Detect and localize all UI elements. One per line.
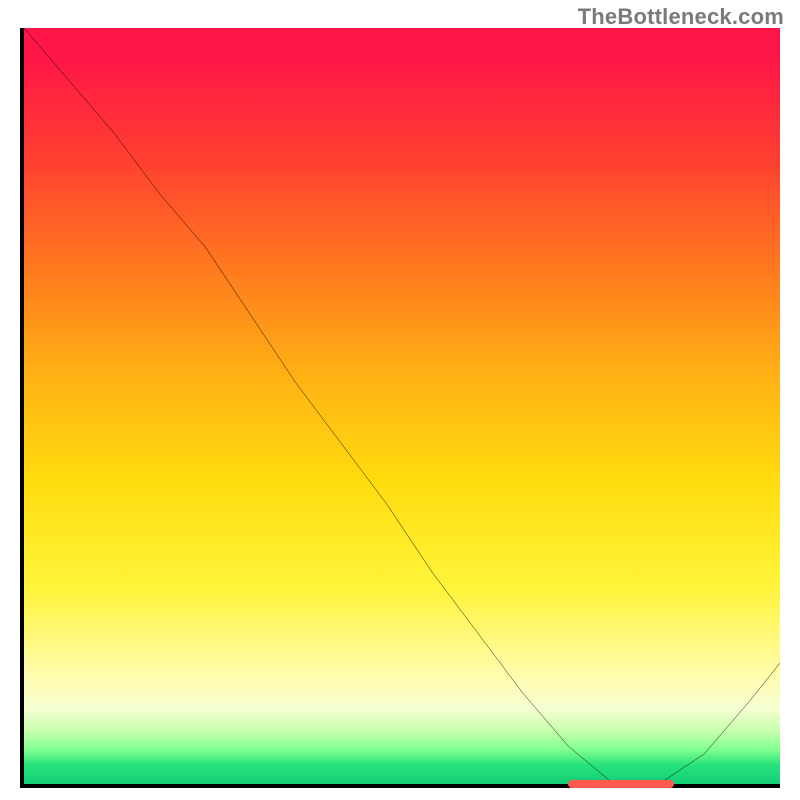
bottleneck-marker [568,780,674,788]
line-curve [24,28,780,784]
chart-plot-area [20,28,780,788]
attribution-text: TheBottleneck.com [578,4,784,30]
